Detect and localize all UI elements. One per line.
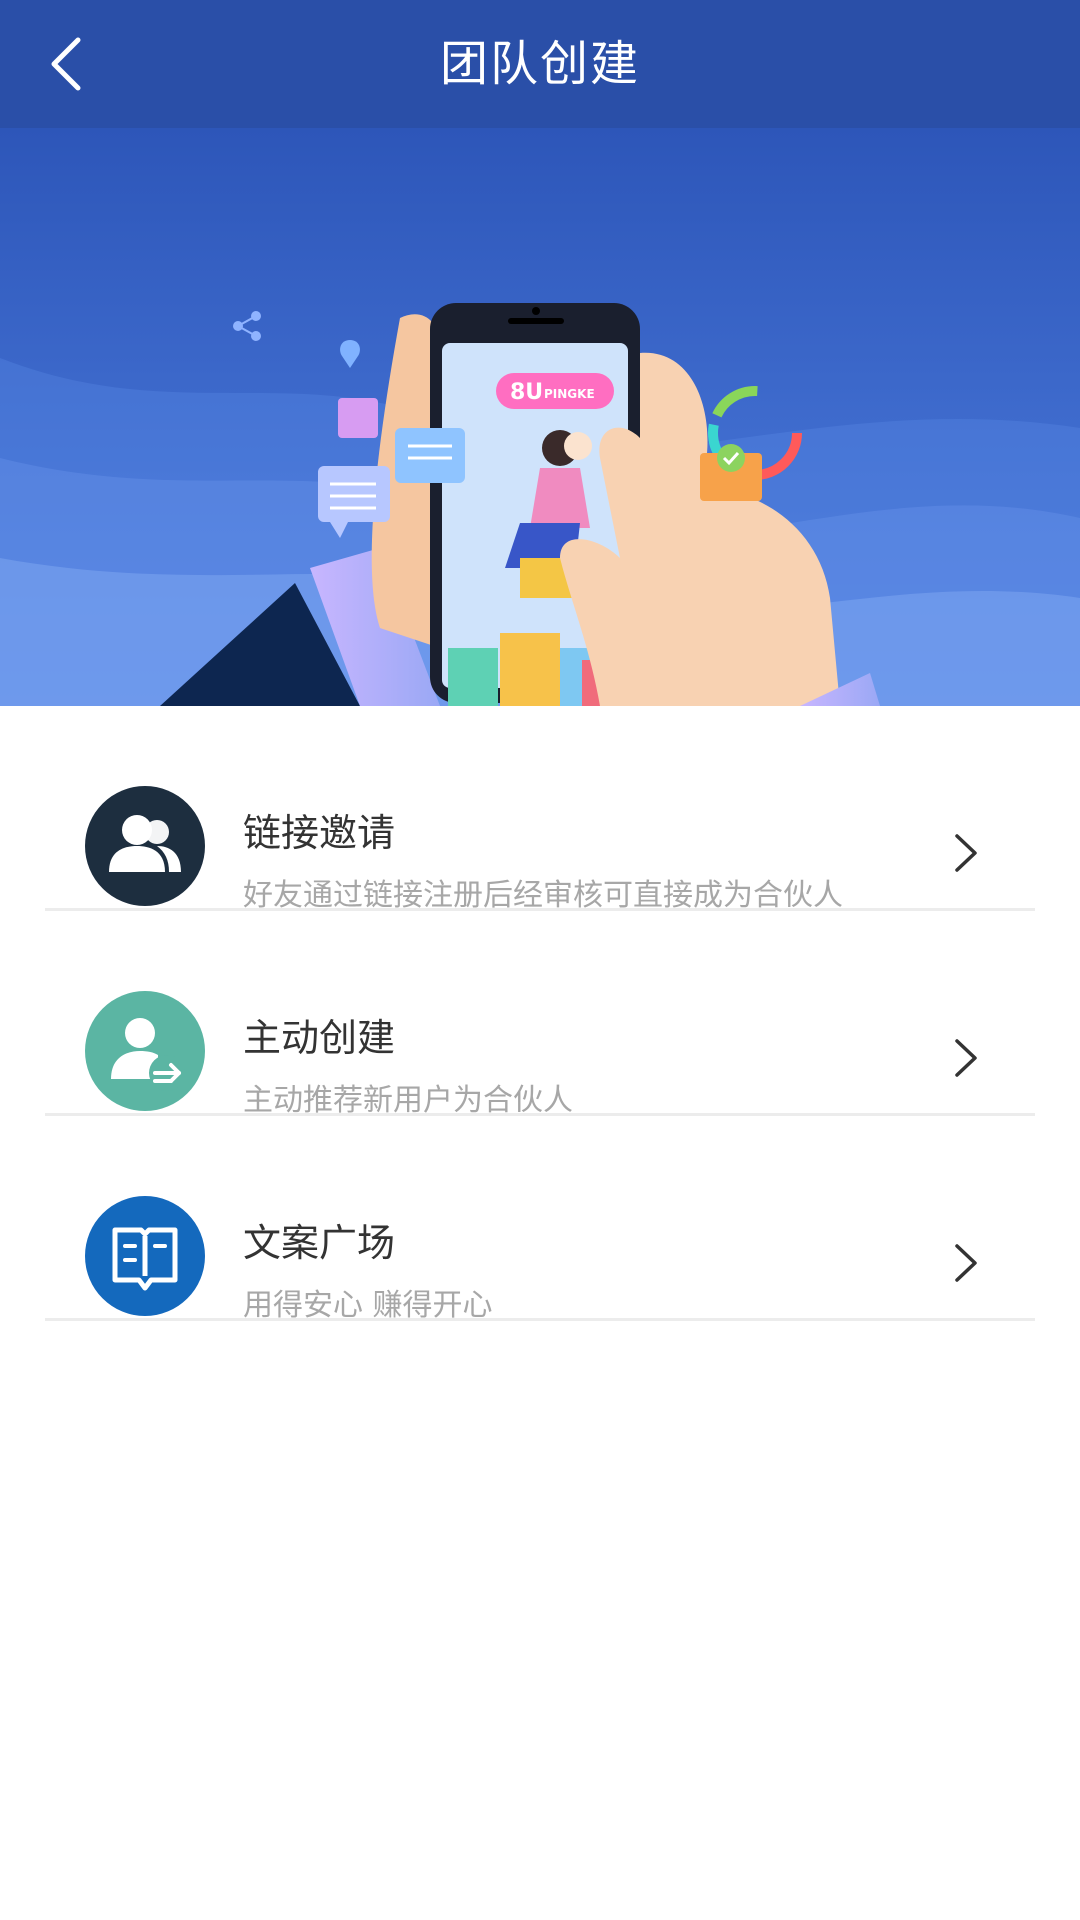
chevron-right-icon (955, 1039, 977, 1077)
item-title: 主动创建 (243, 1016, 396, 1060)
chevron-right-icon (955, 834, 977, 872)
user-transfer-icon (85, 991, 205, 1111)
banner-illustration: 8U PINGKE (0, 128, 1080, 706)
divider (45, 1318, 1035, 1321)
item-title: 链接邀请 (243, 811, 396, 855)
hero-banner: 8U PINGKE (0, 128, 1080, 706)
page-title: 团队创建 (439, 36, 640, 92)
item-title: 文案广场 (243, 1221, 396, 1265)
brand-logo-sub: PINGKE (544, 387, 595, 401)
list-item-link-invite[interactable]: 链接邀请 好友通过链接注册后经审核可直接成为合伙人 (45, 706, 1035, 913)
brand-logo-text: 8U (510, 380, 543, 405)
list-item-active-create[interactable]: 主动创建 主动推荐新用户为合伙人 (45, 911, 1035, 1118)
users-icon (85, 786, 205, 906)
list-item-copywriting-square[interactable]: 文案广场 用得安心 赚得开心 (45, 1116, 1035, 1323)
book-icon (85, 1196, 205, 1316)
chevron-right-icon (955, 1244, 977, 1282)
top-bar: 团队创建 (0, 0, 1080, 128)
